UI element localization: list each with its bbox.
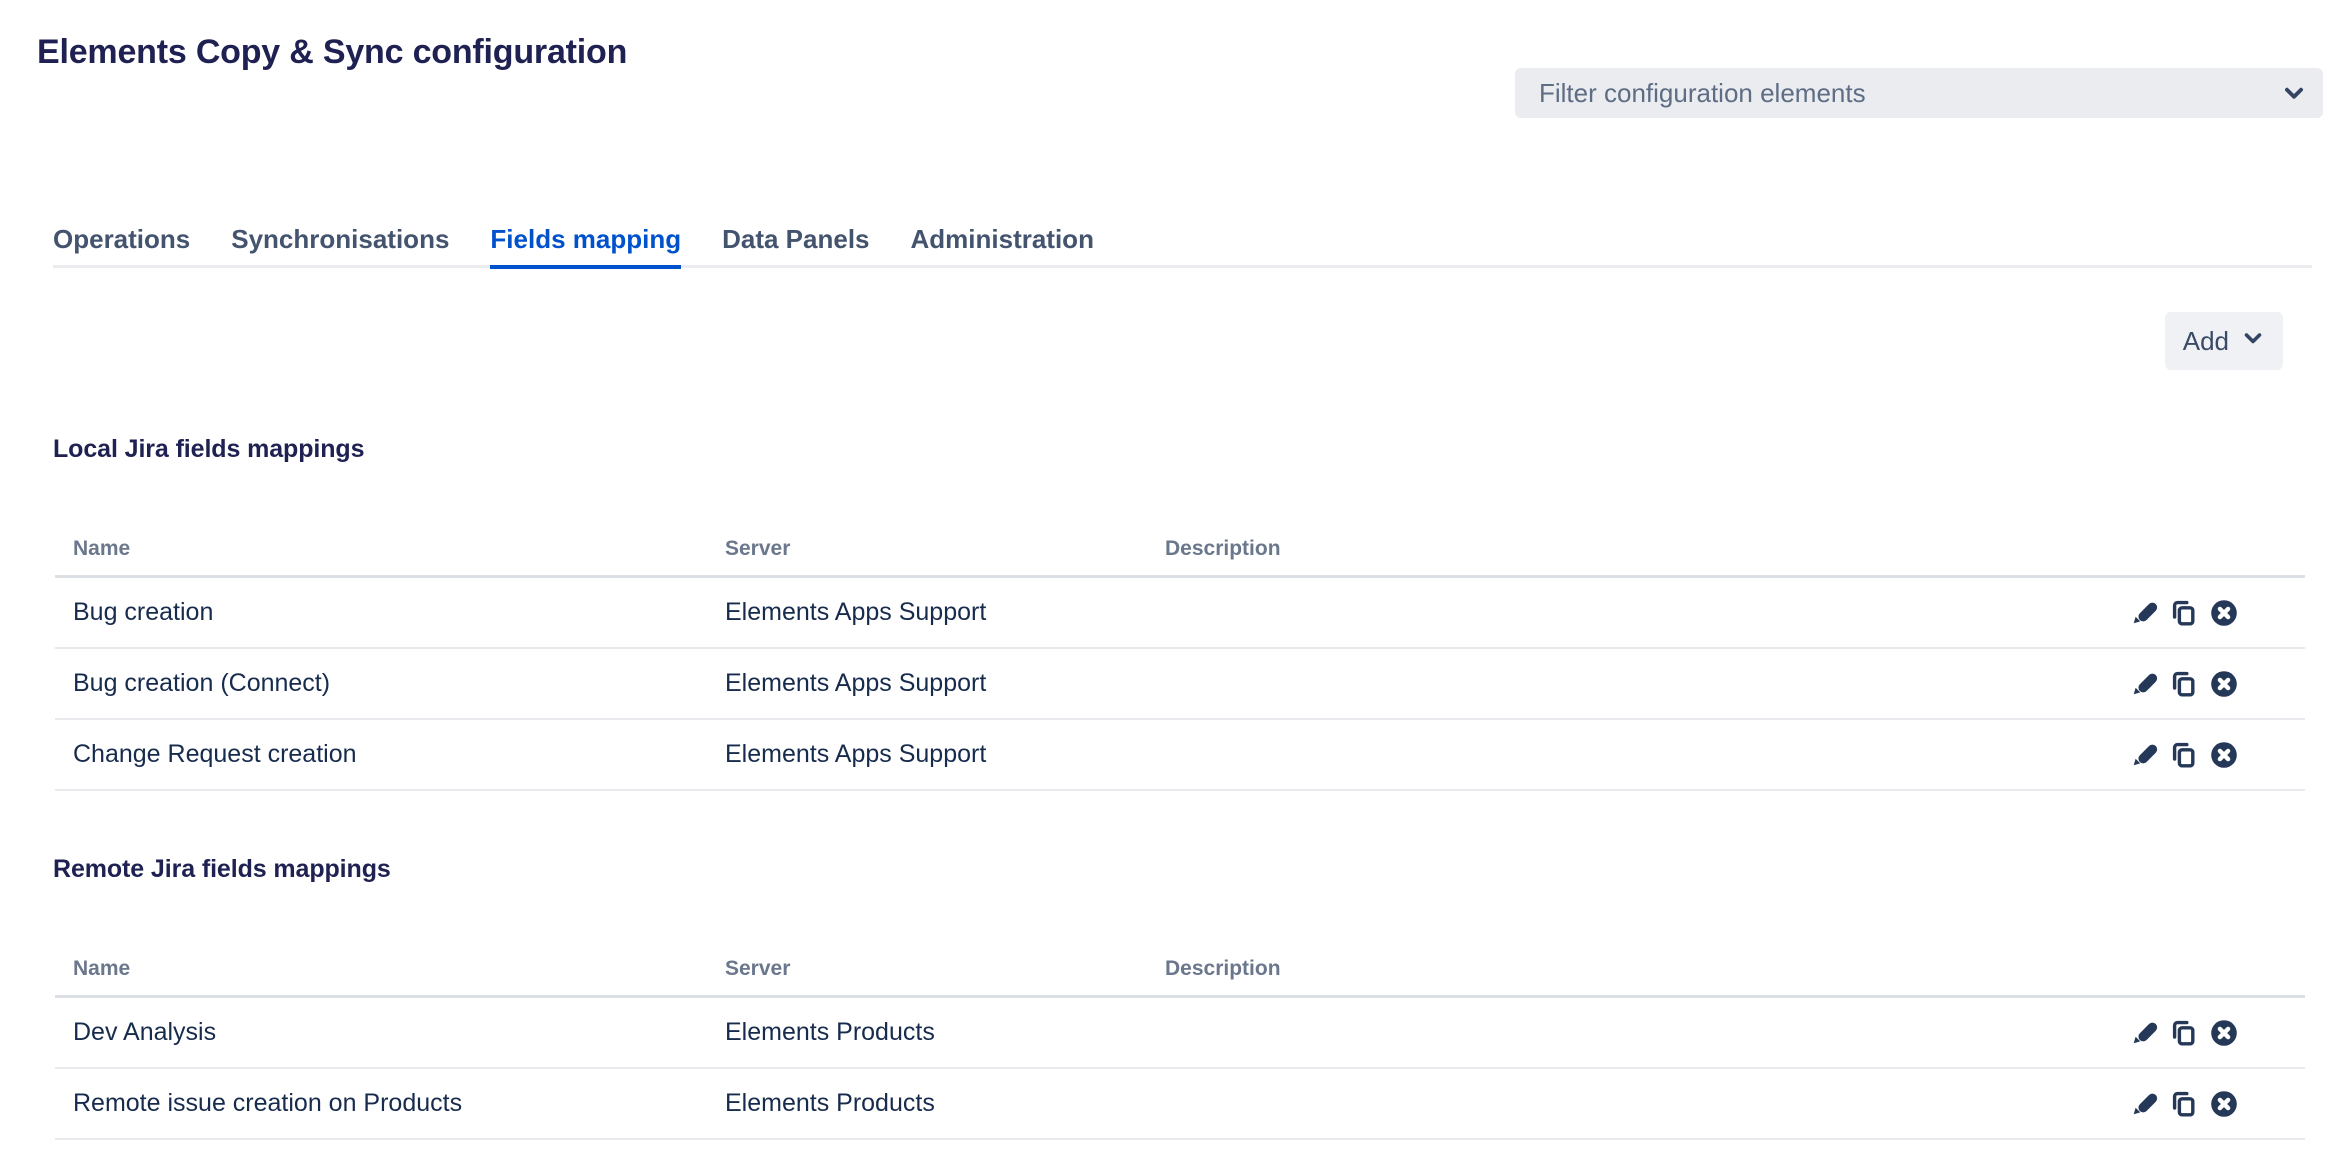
row-actions: [2103, 1018, 2287, 1048]
row-name-cell: Change Request creation: [55, 719, 707, 790]
local-mappings-table: Name Server Description Bug creation Ele…: [55, 517, 2305, 791]
copy-icon[interactable]: [2169, 1018, 2199, 1048]
table-row: Dev Analysis Elements Products: [55, 997, 2305, 1069]
remote-mappings-table: Name Server Description Dev Analysis Ele…: [55, 937, 2305, 1140]
table-row: Remote issue creation on Products Elemen…: [55, 1068, 2305, 1139]
copy-icon[interactable]: [2169, 740, 2199, 770]
row-server-cell: Elements Products: [707, 997, 1147, 1069]
chevron-down-icon: [2281, 80, 2307, 113]
row-actions: [2103, 669, 2287, 699]
section-heading: Remote Jira fields mappings: [53, 854, 2305, 884]
filter-configuration-value: Filter configuration elements: [1539, 78, 1866, 109]
row-actions: [2103, 1089, 2287, 1119]
config-tabbar: Operations Synchronisations Fields mappi…: [53, 224, 2312, 268]
row-actions: [2103, 598, 2287, 628]
column-header-description: Description: [1147, 517, 2085, 577]
column-header-actions: [2085, 517, 2305, 577]
row-server-cell: Elements Apps Support: [707, 648, 1147, 719]
column-header-server: Server: [707, 937, 1147, 997]
column-header-server: Server: [707, 517, 1147, 577]
copy-icon[interactable]: [2169, 598, 2199, 628]
edit-pencil-icon[interactable]: [2129, 1018, 2159, 1048]
edit-pencil-icon[interactable]: [2129, 1089, 2159, 1119]
edit-pencil-icon[interactable]: [2129, 669, 2159, 699]
chevron-down-icon: [2241, 326, 2265, 357]
row-description-cell: [1147, 997, 2085, 1069]
row-name-cell: Bug creation: [55, 577, 707, 649]
row-description-cell: [1147, 577, 2085, 649]
copy-icon[interactable]: [2169, 1089, 2199, 1119]
add-button-label: Add: [2183, 326, 2229, 357]
column-header-name: Name: [55, 517, 707, 577]
row-name-cell: Remote issue creation on Products: [55, 1068, 707, 1139]
row-name-cell: Bug creation (Connect): [55, 648, 707, 719]
edit-pencil-icon[interactable]: [2129, 598, 2159, 628]
delete-circle-x-icon[interactable]: [2209, 1018, 2239, 1048]
delete-circle-x-icon[interactable]: [2209, 740, 2239, 770]
add-button[interactable]: Add: [2165, 312, 2283, 370]
copy-icon[interactable]: [2169, 669, 2199, 699]
section-heading: Local Jira fields mappings: [53, 434, 2305, 464]
column-header-description: Description: [1147, 937, 2085, 997]
edit-pencil-icon[interactable]: [2129, 740, 2159, 770]
table-header-row: Name Server Description: [55, 517, 2305, 577]
tab-fields-mapping[interactable]: Fields mapping: [490, 224, 681, 269]
row-server-cell: Elements Apps Support: [707, 719, 1147, 790]
section-local-jira-fields-mappings: Local Jira fields mappings Name Server D…: [55, 434, 2305, 791]
table-row: Bug creation (Connect) Elements Apps Sup…: [55, 648, 2305, 719]
tab-data-panels[interactable]: Data Panels: [722, 224, 869, 269]
row-actions: [2103, 740, 2287, 770]
delete-circle-x-icon[interactable]: [2209, 1089, 2239, 1119]
delete-circle-x-icon[interactable]: [2209, 598, 2239, 628]
tab-operations[interactable]: Operations: [53, 224, 190, 269]
row-description-cell: [1147, 648, 2085, 719]
row-name-cell: Dev Analysis: [55, 997, 707, 1069]
table-header-row: Name Server Description: [55, 937, 2305, 997]
row-server-cell: Elements Products: [707, 1068, 1147, 1139]
section-remote-jira-fields-mappings: Remote Jira fields mappings Name Server …: [55, 854, 2305, 1140]
delete-circle-x-icon[interactable]: [2209, 669, 2239, 699]
table-row: Bug creation Elements Apps Support: [55, 577, 2305, 649]
page-title: Elements Copy & Sync configuration: [37, 32, 627, 72]
tab-synchronisations[interactable]: Synchronisations: [231, 224, 449, 269]
row-server-cell: Elements Apps Support: [707, 577, 1147, 649]
column-header-name: Name: [55, 937, 707, 997]
tab-administration[interactable]: Administration: [911, 224, 1094, 269]
table-row: Change Request creation Elements Apps Su…: [55, 719, 2305, 790]
filter-configuration-select[interactable]: Filter configuration elements: [1515, 68, 2323, 118]
row-description-cell: [1147, 1068, 2085, 1139]
row-description-cell: [1147, 719, 2085, 790]
column-header-actions: [2085, 937, 2305, 997]
